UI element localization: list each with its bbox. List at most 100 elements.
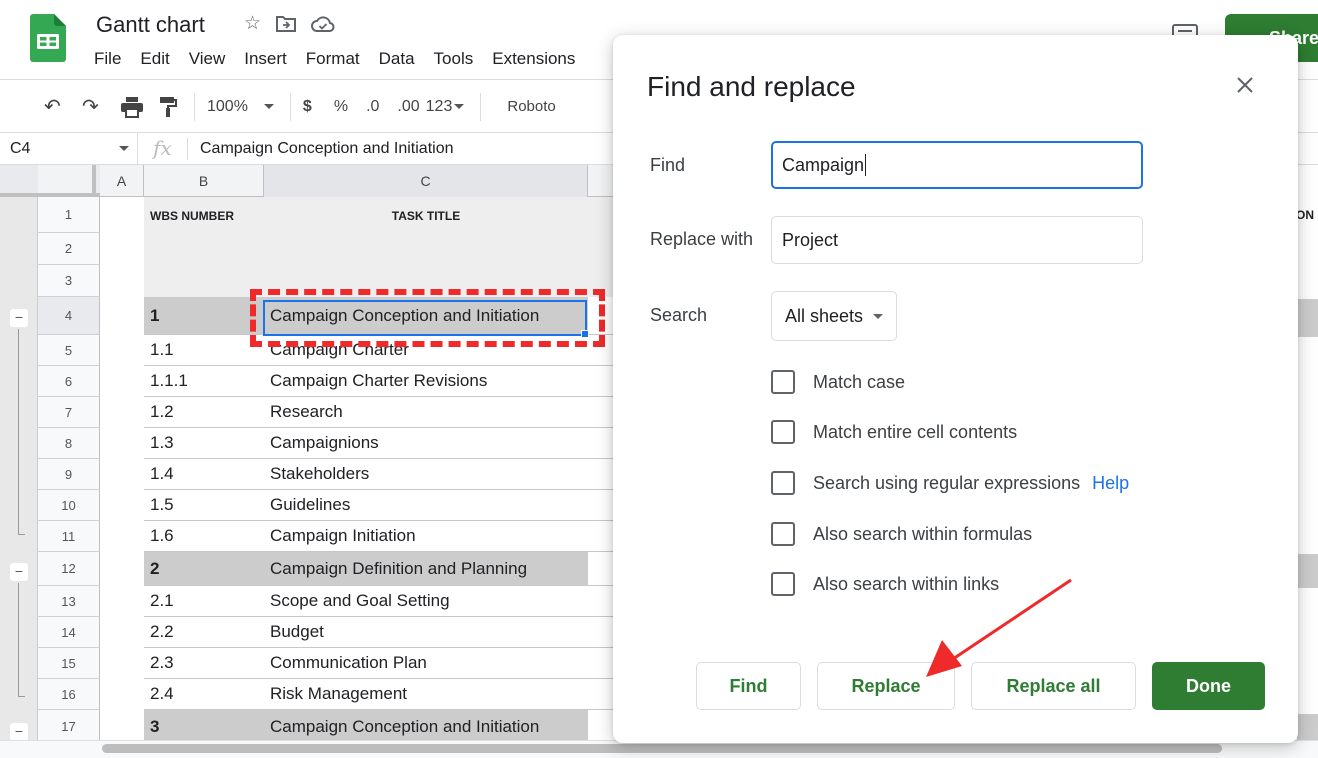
collapse-group-button[interactable]: −	[10, 309, 28, 327]
option-match-entire-cell[interactable]: Match entire cell contents	[771, 420, 1017, 444]
select-all-corner[interactable]	[0, 165, 100, 197]
option-search-formulas[interactable]: Also search within formulas	[771, 522, 1032, 546]
fill-handle[interactable]	[581, 330, 589, 338]
cell-wbs[interactable]: 1.5	[144, 490, 264, 521]
menu-view[interactable]: View	[189, 48, 235, 70]
row-number[interactable]: 14	[38, 617, 100, 648]
row-number[interactable]: 9	[38, 459, 100, 490]
row-number[interactable]: 15	[38, 648, 100, 679]
cell-a[interactable]	[100, 586, 144, 617]
cell-a[interactable]	[100, 335, 144, 366]
increase-decimal-button[interactable]: .00	[397, 98, 419, 116]
cell-wbs[interactable]: 1	[144, 297, 264, 335]
cell-wbs[interactable]: 1.1.1	[144, 366, 264, 397]
find-input[interactable]: Campaign	[771, 141, 1143, 189]
row-number[interactable]: 17	[38, 710, 100, 740]
cell-wbs[interactable]: 1.4	[144, 459, 264, 490]
cell-wbs[interactable]	[144, 233, 264, 265]
undo-icon[interactable]: ↶	[44, 94, 68, 119]
cell-a[interactable]	[100, 397, 144, 428]
cell-a[interactable]	[100, 459, 144, 490]
cell-wbs[interactable]: 2.3	[144, 648, 264, 679]
cell-a[interactable]	[100, 265, 144, 297]
cell-task-title[interactable]: Research	[264, 397, 588, 428]
zoom-select[interactable]: 100%	[207, 98, 274, 116]
column-header-b[interactable]: B	[144, 165, 264, 197]
cell-a[interactable]	[100, 521, 144, 552]
cell-wbs[interactable]: 2.2	[144, 617, 264, 648]
row-number[interactable]: 11	[38, 521, 100, 552]
search-links-checkbox[interactable]	[771, 572, 795, 596]
cell-wbs[interactable]: 3	[144, 710, 264, 740]
row-number[interactable]: 8	[38, 428, 100, 459]
find-button[interactable]: Find	[696, 662, 801, 710]
cell-task-title[interactable]: Campaignions	[264, 428, 588, 459]
option-regex[interactable]: Search using regular expressions Help	[771, 471, 1129, 495]
collapse-group-button[interactable]: −	[10, 563, 28, 581]
cell-wbs[interactable]: 2.4	[144, 679, 264, 710]
cell-a[interactable]	[100, 617, 144, 648]
currency-format-button[interactable]: $	[303, 98, 312, 116]
star-icon[interactable]: ☆	[244, 12, 261, 36]
collapse-group-button[interactable]: −	[10, 723, 28, 740]
cell-task-title[interactable]	[264, 233, 588, 265]
print-icon[interactable]	[120, 96, 144, 118]
cell-wbs[interactable]: 1.1	[144, 335, 264, 366]
menu-format[interactable]: Format	[306, 48, 369, 70]
search-formulas-checkbox[interactable]	[771, 522, 795, 546]
name-box[interactable]: C4	[0, 132, 138, 165]
redo-icon[interactable]: ↷	[82, 94, 106, 119]
row-number[interactable]: 10	[38, 490, 100, 521]
cell-task-title[interactable]: Stakeholders	[264, 459, 588, 490]
row-number[interactable]: 3	[38, 265, 100, 297]
percent-format-button[interactable]: %	[334, 98, 348, 116]
cell-wbs[interactable]: 1.3	[144, 428, 264, 459]
row-number[interactable]: 4	[38, 297, 100, 335]
cell-a[interactable]	[100, 710, 144, 740]
cell-wbs[interactable]	[144, 265, 264, 297]
cell-task-title[interactable]: Communication Plan	[264, 648, 588, 679]
font-select[interactable]: Roboto	[507, 98, 555, 115]
cell-a[interactable]	[100, 366, 144, 397]
regex-checkbox[interactable]	[771, 471, 795, 495]
paint-format-icon[interactable]	[158, 96, 178, 118]
menu-tools[interactable]: Tools	[434, 48, 483, 70]
row-number[interactable]: 1	[38, 197, 100, 233]
cell-task-title[interactable]: Campaign Charter Revisions	[264, 366, 588, 397]
help-link[interactable]: Help	[1092, 473, 1129, 494]
cell-a[interactable]	[100, 648, 144, 679]
document-title[interactable]: Gantt chart	[96, 12, 205, 38]
match-case-checkbox[interactable]	[760, 359, 810, 409]
cell-a[interactable]	[100, 428, 144, 459]
cell-task-title[interactable]: Campaign Charter	[264, 335, 588, 366]
cell-task-title[interactable]: Risk Management	[264, 679, 588, 710]
row-number[interactable]: 7	[38, 397, 100, 428]
cell-wbs[interactable]: 1.6	[144, 521, 264, 552]
decrease-decimal-button[interactable]: .0	[366, 98, 379, 116]
cell-a[interactable]	[100, 197, 144, 233]
menu-data[interactable]: Data	[379, 48, 424, 70]
row-number[interactable]: 12	[38, 552, 100, 586]
option-match-case[interactable]: Match case	[760, 359, 905, 409]
cloud-saved-icon[interactable]	[311, 14, 335, 34]
cell-task-title[interactable]	[264, 265, 588, 297]
cell-task-title[interactable]: Campaign Conception and Initiation	[264, 297, 588, 335]
cell-a[interactable]	[100, 233, 144, 265]
cell-wbs[interactable]: 1.2	[144, 397, 264, 428]
replace-button[interactable]: Replace	[817, 662, 955, 710]
sheets-logo-icon[interactable]	[30, 14, 66, 62]
replace-with-input[interactable]: Project	[771, 216, 1143, 264]
row-number[interactable]: 2	[38, 233, 100, 265]
menu-edit[interactable]: Edit	[140, 48, 178, 70]
row-number[interactable]: 5	[38, 335, 100, 366]
column-header-a[interactable]: A	[100, 165, 144, 197]
row-number[interactable]: 6	[38, 366, 100, 397]
horizontal-scrollbar-thumb[interactable]	[102, 744, 1222, 753]
column-header-c[interactable]: C	[264, 165, 588, 197]
menu-insert[interactable]: Insert	[244, 48, 296, 70]
cell-task-title[interactable]: Campaign Conception and Initiation	[264, 710, 588, 740]
search-scope-select[interactable]: All sheets	[771, 291, 897, 341]
row-number[interactable]: 16	[38, 679, 100, 710]
menu-extensions[interactable]: Extensions	[492, 48, 584, 70]
done-button[interactable]: Done	[1152, 662, 1265, 710]
